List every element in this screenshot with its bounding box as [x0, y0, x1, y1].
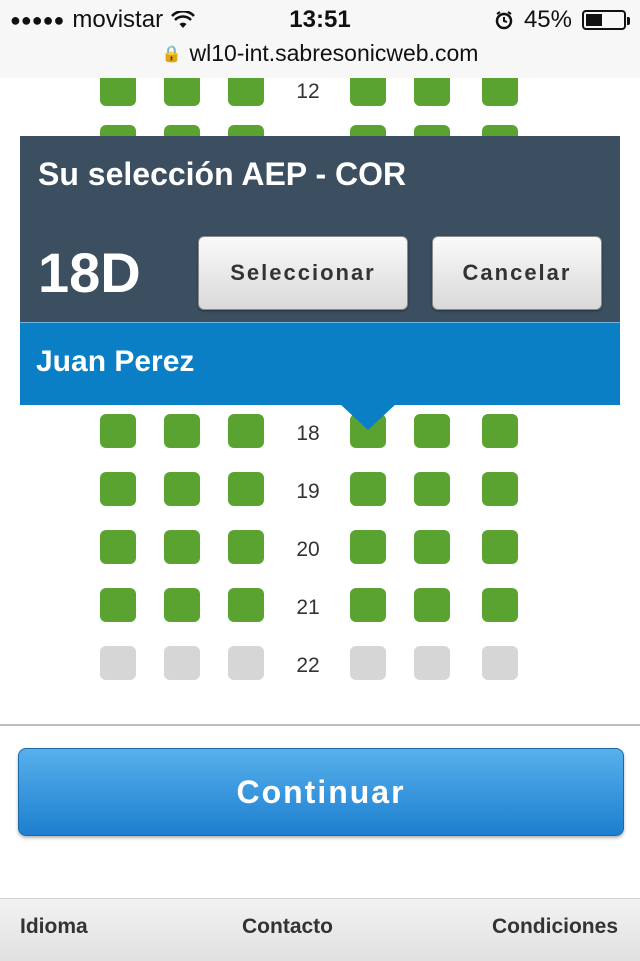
row-number-22: 22 — [296, 654, 320, 677]
seat-12-2[interactable] — [164, 78, 200, 106]
seat-20-5[interactable] — [414, 530, 450, 564]
seat-12-5[interactable] — [414, 78, 450, 106]
seat-20-4[interactable] — [350, 530, 386, 564]
seat-22-2 — [164, 646, 200, 680]
seat-20-1[interactable] — [100, 530, 136, 564]
row-number-19: 19 — [296, 480, 320, 503]
seat-19-1[interactable] — [100, 472, 136, 506]
seat-21-6[interactable] — [482, 588, 518, 622]
seat-12-1[interactable] — [100, 78, 136, 106]
seat-20-6[interactable] — [482, 530, 518, 564]
seat-22-4 — [350, 646, 386, 680]
seat-21-2[interactable] — [164, 588, 200, 622]
footer: Idioma Contacto Condiciones — [0, 898, 640, 961]
seat-22-5 — [414, 646, 450, 680]
seat-20-2[interactable] — [164, 530, 200, 564]
passenger-bar[interactable]: Juan Perez — [20, 322, 620, 405]
row-number-21: 21 — [296, 596, 320, 619]
footer-contact-link[interactable]: Contacto — [242, 915, 333, 939]
cancel-button[interactable]: Cancelar — [432, 236, 602, 310]
footer-conditions-link[interactable]: Condiciones — [492, 915, 618, 939]
url-bar[interactable]: 🔒 wl10-int.sabresonicweb.com — [0, 40, 640, 79]
lock-icon: 🔒 — [161, 46, 182, 63]
seat-21-4[interactable] — [350, 588, 386, 622]
seat-19-6[interactable] — [482, 472, 518, 506]
seat-18-5[interactable] — [414, 414, 450, 448]
seat-selection-popup: Su selección AEP - COR 18D Seleccionar C… — [20, 136, 620, 322]
seat-19-4[interactable] — [350, 472, 386, 506]
seat-18-3[interactable] — [228, 414, 264, 448]
row-number-18: 18 — [296, 422, 320, 445]
seat-21-1[interactable] — [100, 588, 136, 622]
seat-19-5[interactable] — [414, 472, 450, 506]
divider — [0, 724, 640, 726]
seat-22-3 — [228, 646, 264, 680]
url-text: wl10-int.sabresonicweb.com — [189, 40, 479, 66]
seat-18-2[interactable] — [164, 414, 200, 448]
seat-21-3[interactable] — [228, 588, 264, 622]
row-number-12: 12 — [296, 80, 320, 103]
seat-12-3[interactable] — [228, 78, 264, 106]
seat-20-3[interactable] — [228, 530, 264, 564]
battery-icon — [582, 10, 630, 30]
popup-pointer — [340, 404, 396, 430]
popup-title: Su selección AEP - COR — [38, 156, 407, 192]
seat-22-1 — [100, 646, 136, 680]
status-bar: ●●●●● movistar 13:51 45% — [0, 0, 640, 40]
seat-18-1[interactable] — [100, 414, 136, 448]
seat-19-2[interactable] — [164, 472, 200, 506]
passenger-name: Juan Perez — [36, 345, 195, 378]
selected-seat: 18D — [38, 241, 141, 304]
footer-language-link[interactable]: Idioma — [20, 915, 88, 939]
row-number-20: 20 — [296, 538, 320, 561]
seat-18-6[interactable] — [482, 414, 518, 448]
alarm-icon — [495, 11, 513, 30]
continue-button[interactable]: Continuar — [18, 748, 624, 836]
status-right: 45% — [494, 6, 630, 34]
seat-21-5[interactable] — [414, 588, 450, 622]
select-button[interactable]: Seleccionar — [198, 236, 408, 310]
seat-12-6[interactable] — [482, 78, 518, 106]
seat-19-3[interactable] — [228, 472, 264, 506]
battery-level — [586, 14, 602, 26]
battery-percent: 45% — [523, 6, 572, 33]
seat-12-4[interactable] — [350, 78, 386, 106]
seat-22-6 — [482, 646, 518, 680]
